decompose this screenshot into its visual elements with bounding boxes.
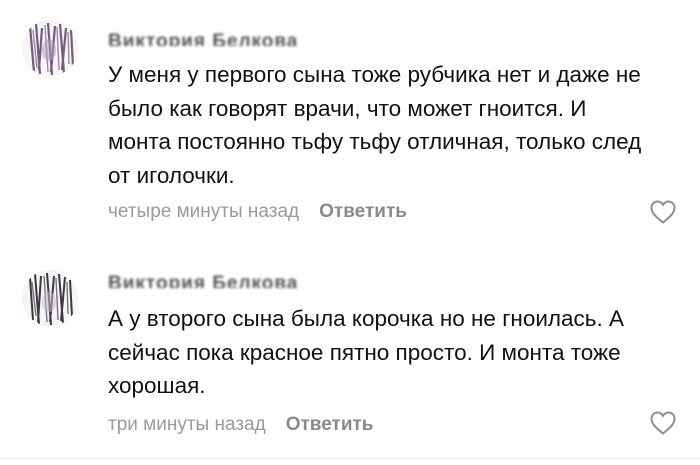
- comment-author[interactable]: Виктория Белкова: [108, 270, 298, 288]
- comment-time: четыре минуты назад: [108, 201, 300, 222]
- avatar[interactable]: [22, 20, 78, 76]
- comment-item: Виктория Белкова А у второго сына была к…: [0, 255, 700, 460]
- heart-outline-icon[interactable]: [649, 199, 677, 225]
- divider: [0, 458, 700, 459]
- reply-button[interactable]: Ответить: [319, 201, 407, 222]
- comment-time: три минуты назад: [108, 414, 266, 435]
- reply-button[interactable]: Ответить: [286, 414, 374, 435]
- comment-author[interactable]: Виктория Белкова: [108, 28, 298, 46]
- heart-outline-icon[interactable]: [649, 410, 677, 436]
- comment-text: У меня у первого сына тоже рубчика нет и…: [108, 62, 642, 188]
- comment-item: Виктория Белкова У меня у первого сына т…: [0, 0, 700, 250]
- comment-meta: три минуты назад Ответить: [108, 413, 374, 437]
- comment-meta: четыре минуты назад Ответить: [108, 200, 407, 224]
- comment-text: А у второго сына была корочка но не гнои…: [108, 306, 625, 398]
- avatar[interactable]: [22, 270, 78, 326]
